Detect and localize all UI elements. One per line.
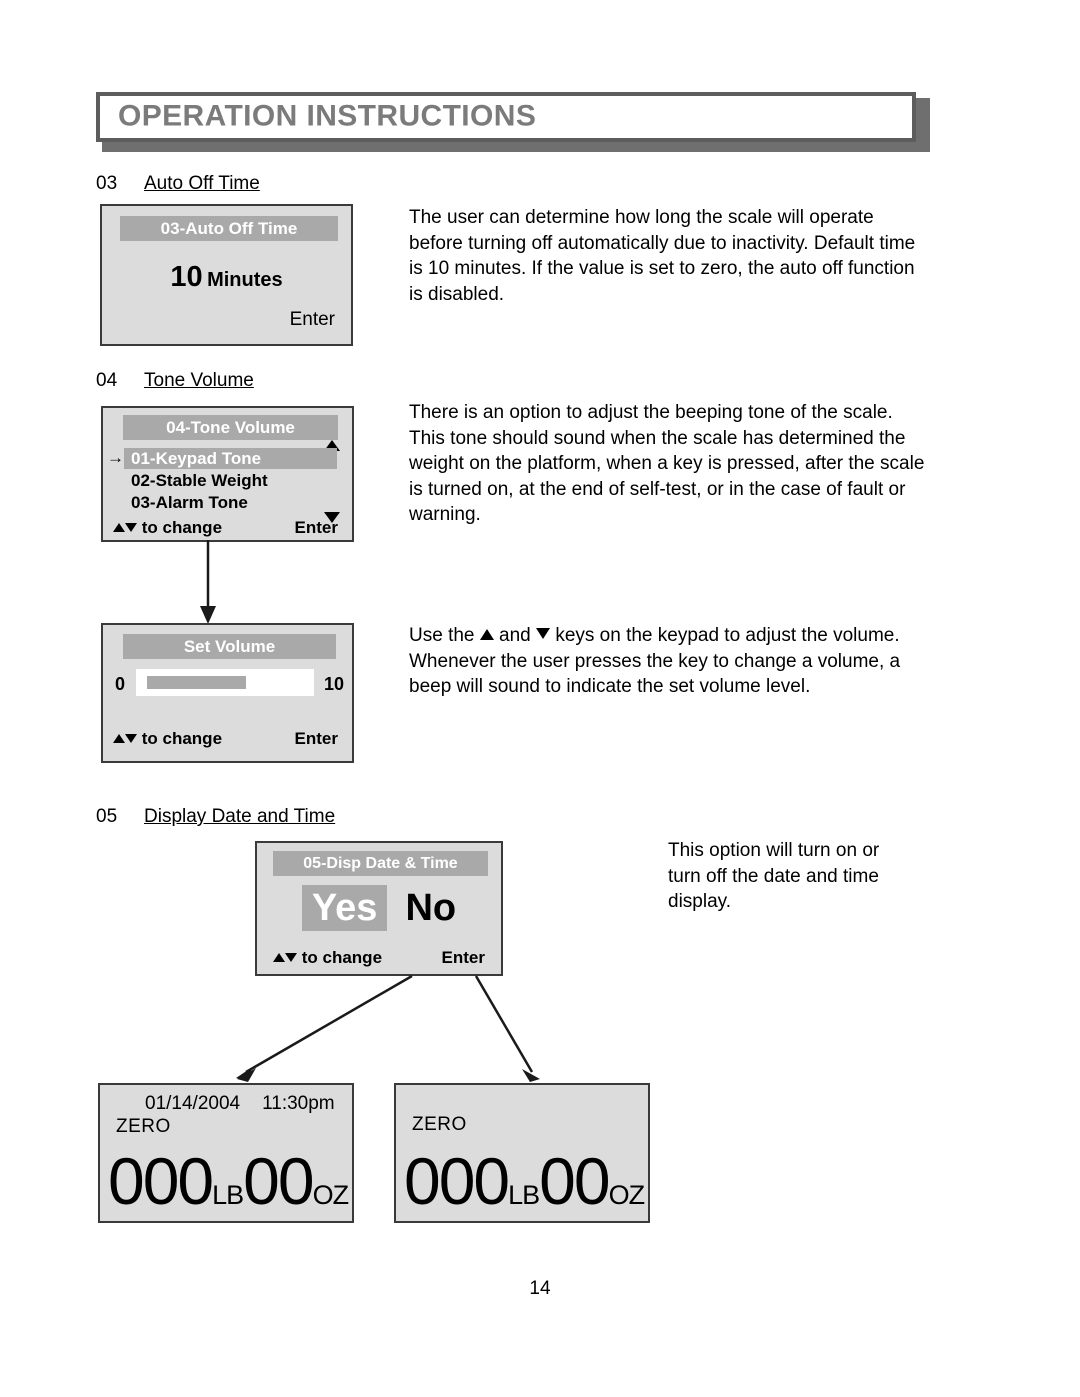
- auto-off-value-row: 10 Minutes: [102, 261, 351, 294]
- footer-change-label: to change: [141, 729, 223, 748]
- paragraph-volume-line1: Use the and keys on the keypad to adjust…: [409, 623, 929, 649]
- paragraph-display-date-time: This option will turn on or turn off the…: [668, 838, 903, 915]
- weight-display-without-datetime: ZERO 000LB00OZ: [394, 1083, 650, 1223]
- weight-ounces-unit: OZ: [608, 1180, 645, 1210]
- menu-item-stable-weight[interactable]: 02-Stable Weight: [124, 470, 268, 491]
- section-number: 04: [96, 370, 118, 391]
- lcd-footer-change-display: to change: [273, 948, 382, 968]
- weight-pounds: 000: [404, 1144, 510, 1218]
- page-number: 14: [529, 1278, 551, 1299]
- selection-arrow-icon: →: [107, 448, 124, 467]
- yes-no-option-row: Yes No: [257, 885, 501, 931]
- footer-change-label: to change: [301, 948, 383, 967]
- paragraph-tone-volume: There is an option to adjust the beeping…: [409, 400, 925, 528]
- down-arrow-icon: [125, 734, 137, 743]
- lcd-panel-auto-off-time: 03-Auto Off Time 10 Minutes Enter: [100, 204, 353, 346]
- weight-ounces: 00: [539, 1144, 610, 1218]
- paragraph-auto-off-time: The user can determine how long the scal…: [409, 205, 921, 307]
- weight-ounces: 00: [243, 1144, 314, 1218]
- paragraph-volume-keys: Use the and keys on the keypad to adjust…: [409, 623, 929, 700]
- option-yes[interactable]: Yes: [301, 885, 388, 931]
- section-number: 05: [96, 806, 118, 827]
- section-title: Tone Volume: [144, 370, 254, 391]
- section-heading-tone-volume: 04 Tone Volume: [96, 370, 254, 392]
- page-title: OPERATION INSTRUCTIONS: [118, 99, 537, 133]
- lcd-enter-label-setvolume: Enter: [294, 729, 338, 748]
- up-arrow-icon: [113, 523, 125, 532]
- down-arrow-icon: [285, 953, 297, 962]
- volume-line1-part-c: keys on the keypad to adjust the volume.: [555, 625, 900, 646]
- lcd-enter-label-tone: Enter: [294, 518, 338, 537]
- volume-line1-part-b: and: [499, 625, 531, 646]
- section-title: Display Date and Time: [144, 806, 336, 827]
- footer-change-label: to change: [141, 518, 223, 537]
- weight-pounds-unit: LB: [508, 1180, 540, 1210]
- paragraph-text: There is an option to adjust the beeping…: [409, 402, 925, 525]
- section-number: 03: [96, 173, 118, 194]
- option-no[interactable]: No: [405, 885, 456, 931]
- lcd-footer-change-setvolume: to change: [113, 729, 222, 749]
- weight-value-row: 000LB00OZ: [404, 1143, 645, 1219]
- section-heading-display-date-time: 05 Display Date and Time: [96, 806, 335, 828]
- menu-item-keypad-tone[interactable]: 01-Keypad Tone: [124, 448, 337, 469]
- lcd-footer-change-tone: to change: [113, 518, 222, 538]
- auto-off-value: 10: [170, 261, 203, 293]
- weight-time: 11:30pm: [262, 1093, 335, 1114]
- lcd-title-auto-off-time: 03-Auto Off Time: [120, 216, 338, 241]
- down-arrow-icon: [125, 523, 137, 532]
- weight-status-zero: ZERO: [412, 1114, 467, 1135]
- section-heading-auto-off-time: 03 Auto Off Time: [96, 173, 260, 195]
- lcd-title-display-date-time: 05-Disp Date & Time: [273, 851, 488, 876]
- volume-line1-part-a: Use the: [409, 625, 475, 646]
- auto-off-unit: Minutes: [207, 269, 283, 291]
- up-arrow-icon: [479, 629, 494, 640]
- volume-slider-fill: [147, 676, 247, 689]
- weight-date: 01/14/2004: [145, 1093, 241, 1114]
- paragraph-text: This option will turn on or turn off the…: [668, 840, 880, 912]
- page-header: OPERATION INSTRUCTIONS: [96, 92, 930, 152]
- weight-pounds: 000: [108, 1144, 214, 1218]
- connector-arrow-tone-to-setvolume: [200, 540, 216, 624]
- weight-datetime-row: 01/14/2004 11:30pm: [145, 1093, 335, 1115]
- connector-arrows-display-to-weights: [236, 974, 540, 1082]
- lcd-enter-label-auto-off: Enter: [289, 309, 335, 330]
- section-title: Auto Off Time: [144, 173, 260, 194]
- menu-item-alarm-tone[interactable]: 03-Alarm Tone: [124, 492, 248, 513]
- weight-value-row: 000LB00OZ: [108, 1143, 349, 1219]
- up-arrow-icon: [113, 734, 125, 743]
- volume-max-label: 10: [323, 674, 344, 694]
- weight-pounds-unit: LB: [212, 1180, 244, 1210]
- weight-ounces-unit: OZ: [312, 1180, 349, 1210]
- volume-min-label: 0: [115, 674, 126, 694]
- lcd-enter-label-display: Enter: [441, 948, 485, 967]
- volume-slider-row: 0 10: [115, 669, 344, 699]
- paragraph-text: The user can determine how long the scal…: [409, 207, 916, 305]
- header-box: OPERATION INSTRUCTIONS: [96, 92, 916, 142]
- weight-display-with-datetime: 01/14/2004 11:30pm ZERO 000LB00OZ: [98, 1083, 354, 1223]
- weight-status-zero: ZERO: [116, 1116, 171, 1137]
- lcd-title-set-volume: Set Volume: [123, 634, 336, 659]
- lcd-panel-tone-volume: 04-Tone Volume → 01-Keypad Tone 02-Stabl…: [101, 406, 354, 542]
- paragraph-volume-line2: Whenever the user presses the key to cha…: [409, 650, 901, 698]
- lcd-panel-set-volume: Set Volume 0 10 to change Enter: [101, 623, 354, 763]
- up-arrow-icon: [273, 953, 285, 962]
- volume-slider-track[interactable]: [136, 669, 314, 696]
- lcd-panel-display-date-time: 05-Disp Date & Time Yes No to change Ente…: [255, 841, 503, 976]
- down-arrow-icon: [536, 628, 551, 639]
- lcd-title-tone-volume: 04-Tone Volume: [123, 415, 338, 440]
